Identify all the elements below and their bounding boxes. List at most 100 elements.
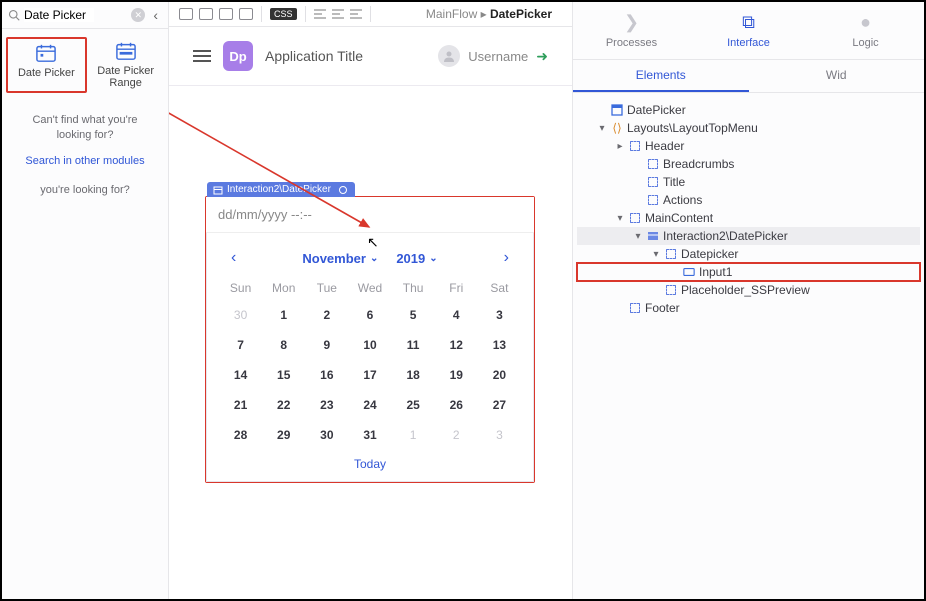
calendar-day[interactable]: 20: [480, 365, 519, 385]
tree-node[interactable]: Actions: [577, 191, 920, 209]
calendar-day[interactable]: 3: [480, 425, 519, 445]
calendar-day[interactable]: 14: [221, 365, 260, 385]
calendar-day[interactable]: 19: [437, 365, 476, 385]
widget-tag-label: Interaction2\DatePicker: [227, 184, 331, 195]
tree-node[interactable]: ▾Datepicker: [577, 245, 920, 263]
widget-date-picker-range[interactable]: Date Picker Range: [87, 37, 164, 93]
widget-sidebar: ✕ ‹ Date Picker Date Picker Range Can't …: [2, 2, 169, 599]
calendar-day[interactable]: 1: [394, 425, 433, 445]
widget-label: Date Picker Range: [89, 65, 162, 89]
tab-interface[interactable]: ⧉ Interface: [690, 2, 807, 59]
device-wide-icon[interactable]: [239, 8, 253, 20]
breadcrumb-current: DatePicker: [490, 7, 552, 21]
calendar-day[interactable]: 7: [221, 335, 260, 355]
hamburger-icon[interactable]: [193, 50, 211, 62]
calendar-day[interactable]: 25: [394, 395, 433, 415]
tree-node[interactable]: DatePicker: [577, 101, 920, 119]
collapse-sidebar-icon[interactable]: ‹: [149, 7, 162, 23]
calendar-day[interactable]: 2: [437, 425, 476, 445]
calendar-day[interactable]: 12: [437, 335, 476, 355]
widget-date-picker[interactable]: Date Picker: [6, 37, 87, 93]
calendar-day[interactable]: 9: [307, 335, 346, 355]
device-desktop-icon[interactable]: [219, 8, 233, 20]
calendar-day[interactable]: 4: [437, 305, 476, 325]
calendar-day[interactable]: 27: [480, 395, 519, 415]
align-center-icon[interactable]: [332, 9, 344, 19]
year-select[interactable]: 2019⌄: [396, 251, 437, 266]
calendar-day[interactable]: 15: [264, 365, 303, 385]
align-left-icon[interactable]: [314, 9, 326, 19]
calendar-day[interactable]: 30: [221, 305, 260, 325]
calendar-day[interactable]: 26: [437, 395, 476, 415]
tab-widgets[interactable]: Wid: [749, 60, 925, 92]
calendar-day[interactable]: 23: [307, 395, 346, 415]
tree-node[interactable]: Footer: [577, 299, 920, 317]
logout-icon[interactable]: ➜: [536, 48, 548, 65]
calendar-day[interactable]: 18: [394, 365, 433, 385]
calendar-day[interactable]: 1: [264, 305, 303, 325]
username-label: Username: [468, 49, 528, 64]
tree-node[interactable]: Title: [577, 173, 920, 191]
today-button[interactable]: Today: [219, 449, 521, 475]
canvas: CSS MainFlow ▸ DatePicker Dp Application…: [169, 2, 572, 599]
date-picker-range-icon: [115, 41, 137, 61]
tab-label: Processes: [606, 37, 657, 49]
calendar-day[interactable]: 6: [350, 305, 389, 325]
align-right-icon[interactable]: [350, 9, 362, 19]
calendar-day[interactable]: 30: [307, 425, 346, 445]
tab-logic[interactable]: ● Logic: [807, 2, 924, 59]
tree-twisty-icon[interactable]: ▸: [615, 141, 625, 152]
calendar-day[interactable]: 10: [350, 335, 389, 355]
calendar-day[interactable]: 8: [264, 335, 303, 355]
tree-node-label: Layouts\LayoutTopMenu: [627, 121, 758, 135]
calendar-day[interactable]: 2: [307, 305, 346, 325]
calendar-day[interactable]: 11: [394, 335, 433, 355]
tree-node[interactable]: ▾MainContent: [577, 209, 920, 227]
calendar-day[interactable]: 29: [264, 425, 303, 445]
tree-node[interactable]: Input1: [577, 263, 920, 281]
breadcrumb-parent[interactable]: MainFlow: [426, 7, 477, 21]
device-phone-icon[interactable]: [179, 8, 193, 20]
tree-node[interactable]: ▾Interaction2\DatePicker: [577, 227, 920, 245]
calendar-day[interactable]: 22: [264, 395, 303, 415]
tree-twisty-icon[interactable]: ▾: [597, 123, 607, 134]
month-select[interactable]: November⌄: [302, 251, 378, 266]
calendar-day[interactable]: 3: [480, 305, 519, 325]
tree-twisty-icon[interactable]: ▾: [633, 231, 643, 242]
date-picker-icon: [35, 43, 57, 63]
css-toggle[interactable]: CSS: [270, 8, 297, 20]
search-other-modules-link[interactable]: Search in other modules: [2, 152, 168, 171]
dow-label: Thu: [394, 281, 433, 295]
tree-twisty-icon[interactable]: ▾: [651, 249, 661, 260]
date-input[interactable]: [206, 197, 534, 233]
device-tablet-icon[interactable]: [199, 8, 213, 20]
tree-node[interactable]: ▾⟨⟩Layouts\LayoutTopMenu: [577, 119, 920, 137]
widget-grid: Date Picker Date Picker Range: [2, 29, 168, 101]
search-input[interactable]: [24, 8, 94, 22]
dow-label: Sat: [480, 281, 519, 295]
calendar-day[interactable]: 28: [221, 425, 260, 445]
prev-month-button[interactable]: ‹: [227, 249, 240, 267]
widget-tag-handle-icon[interactable]: [339, 186, 347, 194]
clear-search-icon[interactable]: ✕: [131, 8, 145, 22]
calendar-day[interactable]: 13: [480, 335, 519, 355]
calendar-day[interactable]: 21: [221, 395, 260, 415]
calendar-day[interactable]: 24: [350, 395, 389, 415]
tab-processes[interactable]: ❯ Processes: [573, 2, 690, 59]
tab-elements[interactable]: Elements: [573, 60, 749, 92]
right-main-tabs: ❯ Processes ⧉ Interface ● Logic: [573, 2, 924, 60]
calendar-day[interactable]: 31: [350, 425, 389, 445]
tree-node-label: Input1: [699, 265, 732, 279]
processes-icon: ❯: [624, 12, 639, 33]
calendar-day[interactable]: 16: [307, 365, 346, 385]
tree-twisty-icon[interactable]: ▾: [615, 213, 625, 224]
tree-node[interactable]: Breadcrumbs: [577, 155, 920, 173]
calendar-day[interactable]: 17: [350, 365, 389, 385]
tree-node-label: Title: [663, 175, 685, 189]
calendar-day[interactable]: 5: [394, 305, 433, 325]
selected-widget-tag[interactable]: Interaction2\DatePicker: [207, 182, 355, 197]
dow-label: Fri: [437, 281, 476, 295]
tree-node[interactable]: ▸Header: [577, 137, 920, 155]
tree-node[interactable]: Placeholder_SSPreview: [577, 281, 920, 299]
next-month-button[interactable]: ›: [500, 249, 513, 267]
